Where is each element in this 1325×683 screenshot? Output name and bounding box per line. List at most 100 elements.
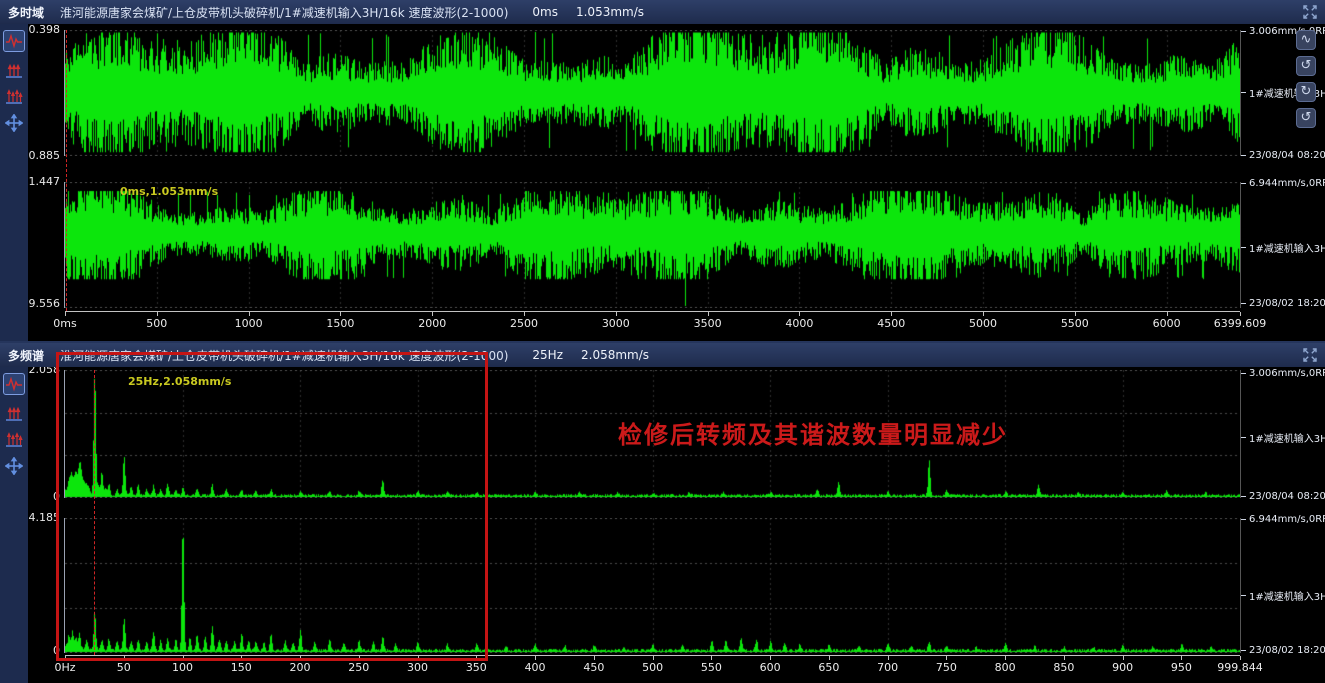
x-tick-label: 600 (760, 661, 781, 674)
x-tick (708, 312, 709, 316)
overall-value-label: 6.944mm/s,0RPM (1241, 178, 1325, 189)
history-undo-button[interactable]: ↺ (1296, 56, 1316, 76)
y-axis-line (64, 30, 65, 156)
waveform-cursor-tool[interactable] (3, 373, 25, 395)
x-tick-label: 350 (466, 661, 487, 674)
x-tick-label: 0ms (53, 317, 76, 330)
timestamp-label: 23/08/02 18:20:00 (1241, 645, 1325, 656)
x-tick-label: 3000 (602, 317, 630, 330)
waveform-icon (5, 376, 23, 392)
x-tick (157, 312, 158, 316)
pan-tool[interactable] (3, 112, 25, 134)
x-tick-label: 150 (231, 661, 252, 674)
spectrum-icon (5, 405, 23, 423)
x-tick-label: 700 (877, 661, 898, 674)
x-tick (1005, 656, 1006, 660)
channel-label: 1#减速机输入3H (1241, 588, 1325, 603)
x-tick (340, 312, 341, 316)
x-tick-label: 300 (407, 661, 428, 674)
x-tick-label: 850 (1053, 661, 1074, 674)
timestamp-label: 23/08/04 08:20:00 (1241, 491, 1325, 502)
multi-spectrum-icon (5, 88, 23, 106)
x-tick (1181, 656, 1182, 660)
cursor-value-readout: 1.053mm/s (576, 5, 644, 19)
x-tick-label: 2500 (510, 317, 538, 330)
pan-tool[interactable] (3, 455, 25, 477)
cursor-value-readout: 2.058mm/s (581, 348, 649, 362)
channel-label: 1#减速机输入3H (1241, 240, 1325, 255)
x-tick-label: 5000 (969, 317, 997, 330)
chart-toolbar (0, 367, 28, 683)
time-waveform-plot[interactable] (65, 30, 1240, 156)
x-tick-label: 550 (701, 661, 722, 674)
x-tick-label: 250 (348, 661, 369, 674)
x-tick (535, 656, 536, 660)
x-tick-label: 400 (525, 661, 546, 674)
highlight-box (56, 352, 488, 661)
x-tick-label: 1000 (235, 317, 263, 330)
timestamp-label: 23/08/04 08:20:00 (1241, 150, 1325, 161)
x-tick (888, 656, 889, 660)
x-tick (249, 312, 250, 316)
expand-panel-icon[interactable] (1301, 3, 1319, 21)
channel-label: 1#减速机输入3H (1241, 430, 1325, 445)
time-waveform-plot[interactable] (65, 182, 1240, 308)
waveform-cursor-tool[interactable] (3, 30, 25, 52)
time-rotate-button[interactable]: ↺ (1296, 108, 1316, 128)
waveform-icon (5, 33, 23, 49)
x-tick (1075, 312, 1076, 316)
x-tick (1167, 312, 1168, 316)
x-tick-label: 2000 (418, 317, 446, 330)
multi-spectrum-icon (5, 431, 23, 449)
timestamp-label: 23/08/02 18:20:00 (1241, 298, 1325, 309)
spectrum-tool[interactable] (3, 60, 25, 82)
x-tick (829, 656, 830, 660)
x-tick (65, 312, 66, 316)
analysis-note: 检修后转频及其谐波数量明显减少 (618, 415, 1008, 450)
time-domain-header: 多时域 淮河能源唐家会煤矿/上仓皮带机头破碎机/1#减速机输入3H/16k 速度… (0, 0, 1325, 24)
y-axis-line (64, 182, 65, 308)
x-tick (770, 656, 771, 660)
multi-spectrum-tool[interactable] (3, 86, 25, 108)
cursor-annotation: 0ms,1.053mm/s (120, 185, 218, 198)
x-tick-label: 0Hz (54, 661, 75, 674)
x-tick (1240, 312, 1241, 316)
x-tick (524, 312, 525, 316)
x-tick (946, 656, 947, 660)
x-tick-label: 1500 (326, 317, 354, 330)
expand-panel-icon[interactable] (1301, 346, 1319, 364)
x-tick-label: 800 (995, 661, 1016, 674)
x-tick-label: 100 (172, 661, 193, 674)
x-tick (616, 312, 617, 316)
x-tick (711, 656, 712, 660)
x-tick-label: 950 (1171, 661, 1192, 674)
multi-spectrum-tool[interactable] (3, 429, 25, 451)
x-tick-label: 500 (642, 661, 663, 674)
spectrum-tool[interactable] (3, 403, 25, 425)
x-tick-label: 500 (146, 317, 167, 330)
x-tick-label: 650 (818, 661, 839, 674)
cursor-position-readout: 25Hz (532, 348, 563, 362)
time-cursor-line[interactable] (66, 30, 67, 311)
panel-title: 多频谱 (8, 347, 44, 364)
overall-value-label: 3.006mm/s,0RPM (1241, 368, 1325, 379)
x-tick-label: 999.844 (1217, 661, 1263, 674)
plot-right-edge (1240, 518, 1241, 653)
x-tick-label: 6399.609 (1214, 317, 1267, 330)
wave-monitor-button[interactable]: ∿ (1296, 30, 1316, 50)
x-tick-label: 4000 (785, 317, 813, 330)
x-tick (432, 312, 433, 316)
cursor-position-readout: 0ms (532, 5, 558, 19)
x-tick (1240, 656, 1241, 660)
panel-title: 多时域 (8, 4, 44, 21)
x-tick-label: 450 (583, 661, 604, 674)
x-tick-label: 50 (117, 661, 131, 674)
move-cross-icon (5, 114, 23, 132)
x-tick-label: 5500 (1061, 317, 1089, 330)
x-tick-label: 4500 (877, 317, 905, 330)
overall-value-label: 6.944mm/s,0RPM (1241, 514, 1325, 525)
measurement-point-path: 淮河能源唐家会煤矿/上仓皮带机头破碎机/1#减速机输入3H/16k 速度波形(2… (60, 4, 508, 21)
x-tick (891, 312, 892, 316)
refresh-button[interactable]: ↻ (1296, 82, 1316, 102)
x-tick-label: 200 (290, 661, 311, 674)
